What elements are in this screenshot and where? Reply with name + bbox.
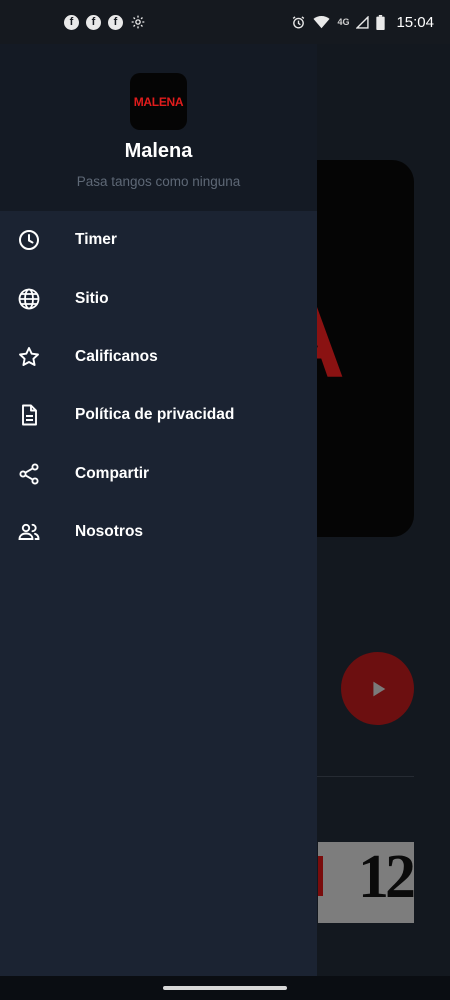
status-bar: f f f 4G 15:04 [0, 0, 450, 44]
play-button[interactable] [341, 652, 414, 725]
menu-item-nosotros[interactable]: Nosotros [0, 503, 317, 561]
people-icon [17, 520, 41, 544]
menu-item-compartir[interactable]: Compartir [0, 445, 317, 503]
network-type: 4G [337, 17, 350, 27]
share-icon [17, 462, 41, 486]
status-notification-icons: f f f [64, 14, 146, 30]
settings-icon [130, 14, 146, 30]
menu-item-label: Nosotros [75, 523, 144, 541]
facebook-icon: f [108, 14, 123, 30]
menu-item-privacy-policy[interactable]: Política de privacidad [0, 386, 317, 444]
home-indicator[interactable] [163, 986, 287, 990]
drawer-menu: Timer Sitio Calificanos Política de priv… [0, 211, 317, 561]
document-icon [17, 403, 41, 427]
menu-item-calificanos[interactable]: Calificanos [0, 328, 317, 386]
system-navigation-bar [0, 976, 450, 1000]
divider [317, 776, 414, 777]
status-time: 15:04 [396, 13, 434, 31]
star-icon [17, 345, 41, 369]
facebook-icon: f [86, 14, 101, 30]
app-name: Malena [124, 140, 193, 162]
alarm-icon [291, 15, 306, 30]
app-logo: MALENA [130, 73, 187, 130]
menu-item-label: Política de privacidad [75, 406, 235, 424]
station-thumbnail[interactable]: 12 [318, 842, 414, 923]
app-logo-text: MALENA [133, 94, 184, 109]
signal-icon [356, 15, 370, 29]
navigation-drawer: MALENA Malena Pasa tangos como ninguna T… [0, 44, 317, 976]
facebook-icon: f [64, 14, 79, 30]
globe-icon [17, 287, 41, 311]
menu-item-sitio[interactable]: Sitio [0, 269, 317, 327]
battery-icon [376, 14, 386, 30]
drawer-header: MALENA Malena Pasa tangos como ninguna [0, 44, 317, 211]
play-icon [372, 681, 385, 696]
menu-item-label: Compartir [75, 464, 150, 482]
wifi-icon [313, 15, 330, 29]
menu-item-timer[interactable]: Timer [0, 211, 317, 269]
clock-icon [17, 228, 41, 252]
menu-item-label: Timer [75, 231, 117, 249]
menu-item-label: Calificanos [75, 347, 158, 365]
thumbnail-logo: 12 [358, 843, 414, 911]
app-tagline: Pasa tangos como ninguna [76, 174, 241, 189]
status-system-icons: 4G 15:04 [291, 14, 434, 31]
menu-item-label: Sitio [75, 289, 109, 307]
